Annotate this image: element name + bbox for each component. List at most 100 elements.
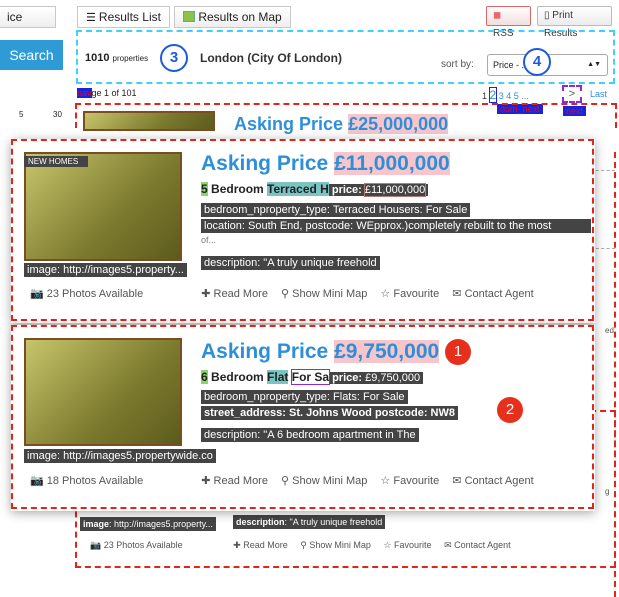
listing-2-image-label: image: http://images5.propertywide.co	[24, 449, 216, 463]
favourite-link[interactable]: Favourite	[393, 475, 439, 487]
camera-icon: 📷	[30, 475, 44, 487]
tab-label: Results on Map	[198, 10, 282, 24]
pager-left: navge 1 of 101	[77, 88, 137, 98]
listing-2-price[interactable]: Asking Price £9,750,000	[201, 340, 440, 364]
cut-text: ed	[605, 326, 614, 335]
description-key: description	[236, 517, 285, 527]
listing-2-type-line: bedroom_nproperty_type: Flats: For Sale	[201, 390, 408, 404]
read-more-link[interactable]: Read More	[214, 288, 268, 300]
listing-1-price[interactable]: Asking Price £11,000,000	[201, 152, 450, 176]
mini-map-link[interactable]: Show Mini Map	[292, 475, 367, 487]
bg-description-label: description: "A truly unique freehold	[233, 515, 386, 529]
read-more-link[interactable]: Read More	[214, 475, 268, 487]
image-url: http://images5.property...	[114, 519, 213, 529]
listing-1-type-line: bedroom_nproperty_type: Terraced Housers…	[201, 203, 471, 217]
property-type: Flat	[267, 370, 289, 384]
last-link[interactable]: Last	[590, 89, 607, 99]
page-3[interactable]: 3	[499, 91, 504, 101]
pin-icon: ⚲	[281, 475, 290, 487]
plus-icon: ✚	[201, 475, 211, 487]
property-type: Terraced H	[267, 182, 329, 196]
marker-1: 1	[445, 339, 471, 365]
page-text: ge 1 of 101	[91, 88, 137, 98]
mail-icon: ✉	[444, 540, 452, 550]
listing-1-footer: 📷 23 Photos Available ✚ Read More ⚲ Show…	[30, 287, 590, 300]
tab-results-list[interactable]: ☰ Results List	[77, 6, 170, 28]
cut-text: 30	[53, 110, 62, 119]
read-more-link[interactable]: Read More	[243, 540, 288, 550]
page-5[interactable]: 5	[514, 91, 519, 101]
price-prefix: Asking Price	[201, 340, 329, 363]
mail-icon: ✉	[452, 475, 462, 487]
tab-label: Results List	[98, 10, 161, 24]
listing-1-photo[interactable]	[24, 152, 182, 261]
photos-link[interactable]: 23 Photos Available	[47, 288, 143, 300]
contact-link[interactable]: Contact Agent	[454, 540, 511, 550]
count-value: 1010	[85, 52, 110, 64]
price-value: £25,000,000	[348, 114, 449, 134]
next-button[interactable]: >	[562, 85, 582, 103]
star-icon: ☆	[383, 540, 392, 550]
page-links: 1 2 3 4 5 ...	[482, 87, 529, 103]
pin-icon: ⚲	[281, 288, 290, 300]
list-icon: ☰	[86, 12, 99, 24]
mail-icon: ✉	[452, 288, 462, 300]
map-icon	[183, 11, 195, 22]
marker-3: 3	[160, 44, 188, 72]
page-1[interactable]: 1	[482, 91, 487, 101]
listing-1-image-label: image: http://images5.property...	[24, 263, 187, 277]
pin-icon: ⚲	[300, 540, 307, 550]
plus-icon: ✚	[233, 540, 241, 550]
rss-icon: ◼	[493, 10, 502, 21]
contact-link[interactable]: Contact Agent	[465, 288, 534, 300]
photos-link[interactable]: 23 Photos Available	[104, 540, 183, 550]
price-prefix: Asking Price	[234, 114, 344, 134]
bg-image-label: image: http://images5.property...	[80, 517, 216, 531]
listing-1-title: 5 Bedroom Terraced Hprice: £11,000,000	[201, 182, 429, 197]
sort-label: sort by:	[441, 59, 474, 70]
photos-link[interactable]: 18 Photos Available	[47, 475, 143, 487]
listing-1-description: description: "A truly unique freehold	[201, 256, 380, 270]
favourite-link[interactable]: Favourite	[393, 288, 439, 300]
star-icon: ☆	[380, 288, 391, 300]
price-value: £9,750,000	[334, 340, 440, 363]
tab-results-map[interactable]: Results on Map	[174, 6, 291, 28]
nav-tag: nav	[77, 88, 92, 98]
new-homes-badge: NEW HOMES	[24, 156, 89, 167]
page-4[interactable]: 4	[506, 91, 511, 101]
page-ellipsis: ...	[521, 91, 529, 101]
price-key: price	[331, 184, 359, 196]
favourite-link[interactable]: Favourite	[394, 540, 432, 550]
mini-map-link[interactable]: Show Mini Map	[309, 540, 371, 550]
print-button[interactable]: ▯ Print Results	[537, 6, 612, 39]
bg-listing-price[interactable]: Asking Price £25,000,000	[234, 114, 449, 135]
beds-count: 5	[201, 182, 208, 196]
camera-icon: 📷	[30, 288, 44, 300]
updown-icon: ▲▼	[587, 61, 601, 68]
listing-1-location-line: location: South End, postcode: WEpprox.)…	[201, 219, 591, 233]
page-2[interactable]: 2	[488, 87, 498, 103]
listing-2-photo[interactable]	[24, 338, 182, 446]
listing-2-description: description: "A 6 bedroom apartment in T…	[201, 428, 419, 442]
listing-2-footer: 📷 18 Photos Available ✚ Read More ⚲ Show…	[30, 474, 590, 487]
camera-icon: 📷	[90, 540, 102, 550]
bg-footer: 📷 23 Photos Available ✚ Read More ⚲ Show…	[90, 540, 610, 551]
tab-search-cut[interactable]: ice	[0, 6, 56, 28]
image-key: image	[83, 519, 110, 529]
count-suffix: properties	[112, 54, 149, 63]
listing-2-address-line: street_address: St. Johns Wood postcode:…	[201, 406, 459, 420]
mini-map-link[interactable]: Show Mini Map	[292, 288, 367, 300]
price-prefix: Asking Price	[201, 152, 329, 175]
price-key: price	[332, 372, 359, 384]
rss-button[interactable]: ◼ RSS	[486, 6, 531, 39]
plus-icon: ✚	[201, 288, 211, 300]
listing-2-title: 6 Bedroom Flat For Sa price: £9,750,000	[201, 369, 424, 385]
search-button[interactable]: Search	[0, 40, 63, 70]
marker-4: 4	[523, 48, 551, 76]
contact-link[interactable]: Contact Agent	[465, 475, 534, 487]
price-text: £9,750,000	[365, 372, 421, 384]
price-value: £11,000,000	[334, 152, 450, 175]
star-icon: ☆	[380, 475, 391, 487]
beds-count: 6	[201, 370, 208, 384]
bg-listing-photo[interactable]	[83, 111, 215, 131]
